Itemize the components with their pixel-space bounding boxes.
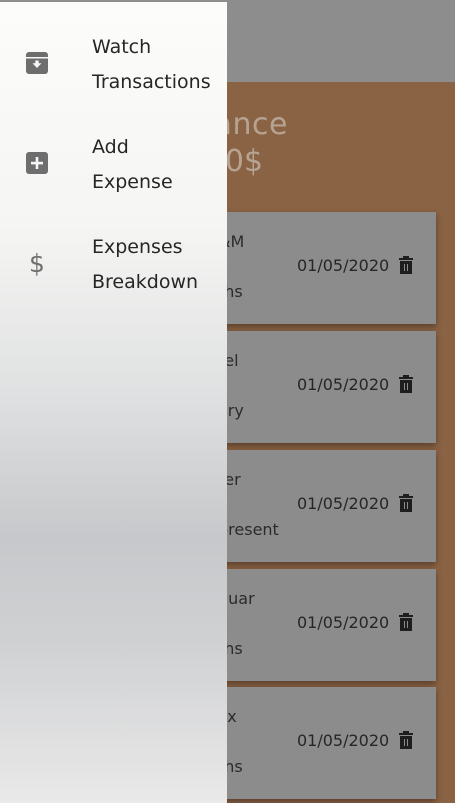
transaction-card[interactable]: ter 01/05/2020 present <box>210 450 436 562</box>
transaction-date: 01/05/2020 <box>297 375 390 394</box>
nav-label: Watch Transactions <box>92 36 211 93</box>
navigation-drawer: Watch Transactions Add Expense $ Expense… <box>0 2 227 803</box>
transaction-card[interactable]: nuar 01/05/2020 ths <box>210 569 436 681</box>
delete-icon[interactable] <box>399 256 413 275</box>
nav-label: Expenses Breakdown <box>92 236 199 293</box>
transaction-card[interactable]: tel 01/05/2020 ary <box>210 331 436 443</box>
archive-icon <box>25 51 49 75</box>
transaction-date: 01/05/2020 <box>297 256 390 275</box>
nav-label: Add Expense <box>92 136 173 193</box>
transaction-category: present <box>218 520 279 539</box>
transaction-date: 01/05/2020 <box>297 613 390 632</box>
delete-icon[interactable] <box>399 731 413 750</box>
nav-item-watch-transactions[interactable]: Watch Transactions <box>0 30 227 110</box>
transaction-date: 01/05/2020 <box>297 494 390 513</box>
dollar-icon: $ <box>29 249 45 278</box>
delete-icon[interactable] <box>399 494 413 513</box>
add-box-icon <box>25 151 49 175</box>
nav-item-expenses-breakdown[interactable]: $ Expenses Breakdown <box>0 230 227 310</box>
transaction-card[interactable]: &M 01/05/2020 ths <box>210 212 436 324</box>
transaction-date: 01/05/2020 <box>297 731 390 750</box>
delete-icon[interactable] <box>399 613 413 632</box>
delete-icon[interactable] <box>399 375 413 394</box>
nav-item-add-expense[interactable]: Add Expense <box>0 130 227 210</box>
transaction-card[interactable]: ox 01/05/2020 ths <box>210 687 436 799</box>
